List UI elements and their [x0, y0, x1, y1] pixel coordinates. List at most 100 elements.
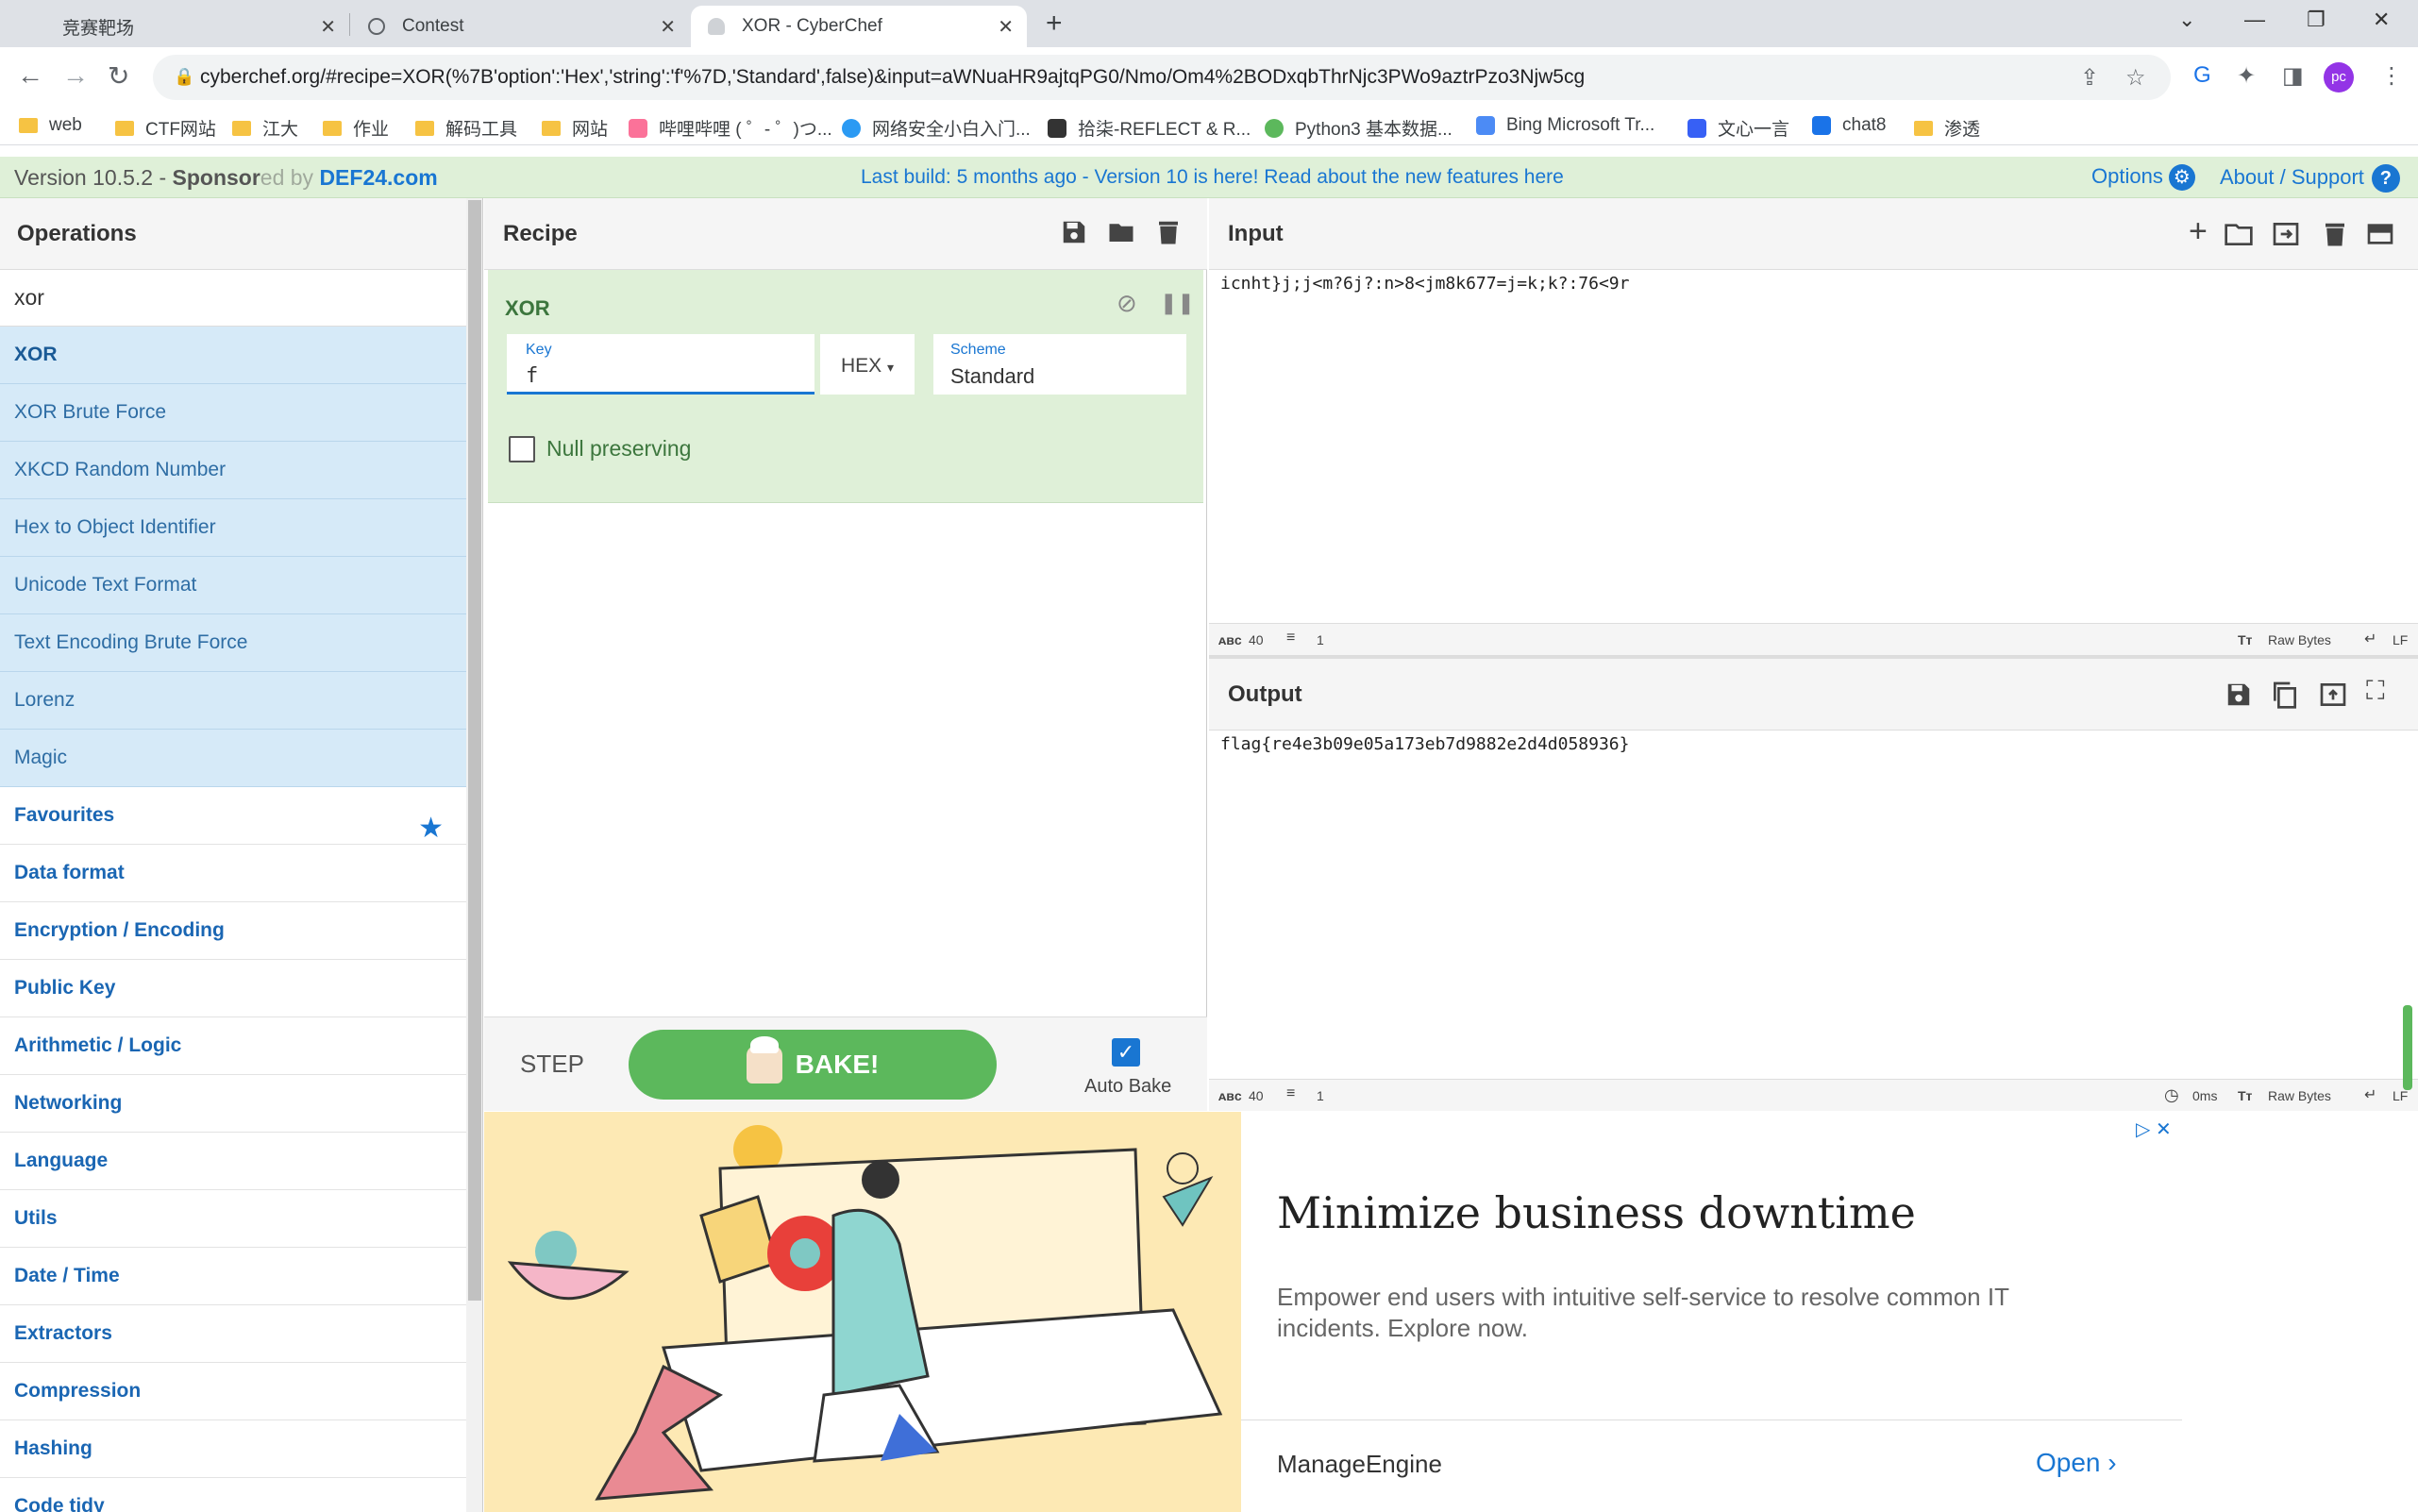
open-folder-icon[interactable]: [2223, 219, 2255, 249]
operation-item[interactable]: XOR: [0, 327, 466, 384]
auto-bake-label[interactable]: Auto Bake: [1084, 1076, 1171, 1098]
url-bar[interactable]: 🔒 cyberchef.org/#recipe=XOR(%7B'option':…: [153, 55, 2171, 100]
about-support-link[interactable]: About / Support?: [2220, 164, 2400, 193]
category-item[interactable]: Compression: [0, 1363, 466, 1420]
category-item[interactable]: Public Key: [0, 960, 466, 1017]
browser-tab[interactable]: Contest ✕: [351, 6, 689, 47]
minimize-icon[interactable]: —: [2244, 8, 2265, 32]
category-item[interactable]: Hashing: [0, 1420, 466, 1478]
copy-output-icon[interactable]: [2270, 680, 2300, 710]
lock-icon[interactable]: 🔒: [174, 67, 194, 87]
category-item[interactable]: Language: [0, 1133, 466, 1190]
bookmark-site[interactable]: 文心一言: [1688, 115, 1789, 141]
bake-button[interactable]: BAKE!: [629, 1030, 997, 1100]
back-arrow-icon[interactable]: ←: [17, 60, 43, 91]
operation-item[interactable]: Lorenz: [0, 672, 466, 730]
bookmark-folder[interactable]: 解码工具: [415, 115, 517, 141]
extensions-puzzle-icon[interactable]: ✦: [2237, 62, 2256, 90]
ad-brand[interactable]: ManageEngine: [1277, 1450, 1442, 1479]
xor-operation-card[interactable]: XOR ⊘ ❚❚ Key f HEX ▾ Scheme Standard Nul…: [488, 270, 1203, 503]
ad-choices-icon[interactable]: ▷ ✕: [2136, 1117, 2172, 1141]
step-button[interactable]: STEP: [520, 1050, 584, 1079]
browser-tab[interactable]: 竞赛靶场 ✕: [0, 6, 349, 47]
window-close-icon[interactable]: ✕: [2373, 8, 2390, 32]
input-eol[interactable]: LF: [2393, 632, 2408, 647]
bookmark-site[interactable]: 网络安全小白入门...: [842, 115, 1031, 141]
side-panel-icon[interactable]: ◨: [2282, 62, 2304, 90]
menu-kebab-icon[interactable]: ⋮: [2380, 62, 2403, 90]
new-tab-button[interactable]: +: [1046, 8, 1063, 40]
forward-arrow-icon[interactable]: →: [62, 60, 89, 91]
operation-item[interactable]: Text Encoding Brute Force: [0, 614, 466, 672]
share-icon[interactable]: ⇪: [2080, 64, 2099, 92]
scrollbar-thumb[interactable]: [468, 200, 481, 1301]
options-link[interactable]: Options ⚙: [2091, 164, 2195, 192]
bookmark-site[interactable]: Python3 基本数据...: [1265, 115, 1452, 141]
save-icon[interactable]: [1060, 217, 1088, 247]
operation-item[interactable]: XKCD Random Number: [0, 442, 466, 499]
input-textarea[interactable]: icnht}j;j<m?6j?:n>8<jm8k677=j=k;k?:76<9r: [1220, 274, 1629, 294]
category-item[interactable]: Data format: [0, 845, 466, 902]
close-icon[interactable]: ✕: [998, 15, 1014, 39]
operation-item[interactable]: Unicode Text Format: [0, 557, 466, 614]
bookmark-star-icon[interactable]: ☆: [2125, 64, 2146, 92]
category-item[interactable]: Extractors: [0, 1305, 466, 1363]
output-encoding[interactable]: Raw Bytes: [2268, 1088, 2331, 1103]
bookmark-folder[interactable]: CTF网站: [115, 115, 216, 141]
ad-headline[interactable]: Minimize business downtime: [1277, 1187, 1916, 1238]
key-field[interactable]: Key f: [507, 334, 814, 395]
output-text[interactable]: flag{re4e3b09e05a173eb7d9882e2d4d058936}: [1220, 734, 1629, 754]
bookmark-folder[interactable]: 江大: [232, 115, 298, 141]
close-icon[interactable]: ✕: [320, 15, 336, 39]
null-preserving-label[interactable]: Null preserving: [546, 436, 691, 462]
folder-open-icon[interactable]: [1107, 217, 1135, 247]
key-input-value[interactable]: f: [526, 364, 538, 388]
build-notice-link[interactable]: Last build: 5 months ago - Version 10 is…: [861, 166, 1564, 189]
category-item[interactable]: Arithmetic / Logic: [0, 1017, 466, 1075]
operation-item[interactable]: XOR Brute Force: [0, 384, 466, 442]
open-file-icon[interactable]: [2270, 219, 2302, 249]
browser-tab-active[interactable]: XOR - CyberChef ✕: [691, 6, 1027, 47]
output-eol[interactable]: LF: [2393, 1088, 2408, 1103]
scheme-dropdown[interactable]: Scheme Standard: [933, 334, 1186, 395]
ad-open-button[interactable]: Open ›: [2036, 1448, 2117, 1478]
trash-icon[interactable]: [1154, 217, 1183, 247]
auto-bake-checkbox[interactable]: ✓: [1112, 1038, 1140, 1067]
advertisement[interactable]: ▷ ✕ Minimize business downtime Empower e…: [484, 1112, 2182, 1512]
translate-icon[interactable]: G: [2193, 62, 2211, 89]
input-encoding[interactable]: Raw Bytes: [2268, 632, 2331, 647]
restore-icon[interactable]: ❐: [2307, 8, 2326, 32]
reset-layout-icon[interactable]: [2364, 219, 2396, 249]
output-scrollbar[interactable]: [2403, 1005, 2412, 1090]
breakpoint-pause-icon[interactable]: ❚❚: [1160, 291, 1195, 315]
bookmark-folder[interactable]: 作业: [323, 115, 389, 141]
key-format-dropdown[interactable]: HEX ▾: [820, 334, 915, 395]
null-preserving-checkbox[interactable]: [509, 436, 535, 462]
clear-input-trash-icon[interactable]: [2321, 219, 2349, 249]
operations-search-input[interactable]: [0, 270, 466, 327]
profile-avatar[interactable]: pc: [2324, 62, 2354, 92]
operation-item[interactable]: Magic: [0, 730, 466, 787]
maximise-icon[interactable]: ⛶: [2366, 676, 2385, 707]
category-favourites[interactable]: Favourites ★: [0, 787, 466, 845]
bookmark-site[interactable]: Bing Microsoft Tr...: [1476, 115, 1654, 136]
category-item[interactable]: Networking: [0, 1075, 466, 1133]
bookmark-site[interactable]: 哔哩哔哩 ( ゜- ゜)つ...: [629, 115, 832, 141]
category-item[interactable]: Date / Time: [0, 1248, 466, 1305]
operations-scrollbar[interactable]: [466, 198, 482, 1512]
tab-search-chevron-icon[interactable]: ⌄: [2178, 8, 2195, 32]
add-input-icon[interactable]: +: [2189, 213, 2208, 250]
sponsor-link[interactable]: DEF24.com: [319, 165, 437, 190]
save-output-icon[interactable]: [2225, 680, 2253, 710]
bookmark-folder[interactable]: 渗透: [1914, 115, 1980, 141]
bookmark-site[interactable]: 拾柒-REFLECT & R...: [1048, 115, 1251, 141]
operation-item[interactable]: Hex to Object Identifier: [0, 499, 466, 557]
close-icon[interactable]: ✕: [660, 15, 676, 39]
url-text[interactable]: cyberchef.org/#recipe=XOR(%7B'option':'H…: [200, 66, 1585, 89]
bookmark-folder[interactable]: web: [19, 115, 82, 136]
category-item[interactable]: Encryption / Encoding: [0, 902, 466, 960]
bookmark-site[interactable]: chat8: [1812, 115, 1886, 136]
disable-icon[interactable]: ⊘: [1117, 289, 1137, 318]
category-item[interactable]: Code tidy: [0, 1478, 466, 1512]
category-item[interactable]: Utils: [0, 1190, 466, 1248]
